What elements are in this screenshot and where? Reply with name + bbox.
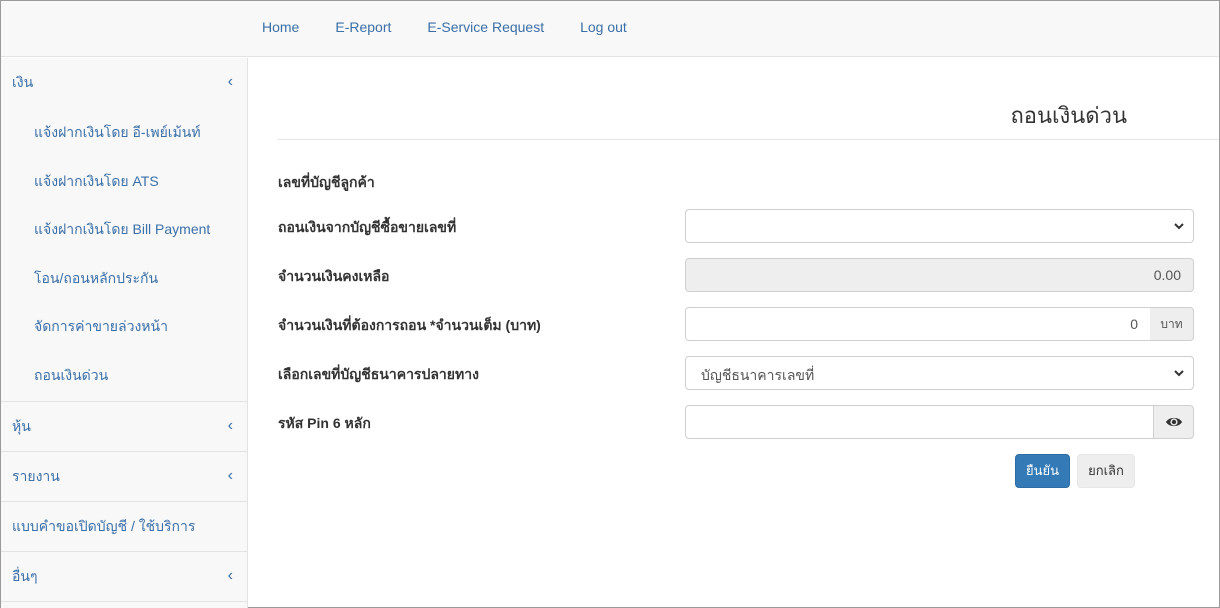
from-account-select[interactable]: [685, 209, 1194, 243]
cancel-button[interactable]: ยกเลิก: [1077, 454, 1135, 488]
bank-account-value: บัญชีธนาคารเลขที่: [701, 367, 815, 383]
nav-home-link[interactable]: Home: [262, 19, 299, 35]
sidebar-group-money[interactable]: เงิน ‹: [1, 58, 247, 108]
pin-input[interactable]: [685, 405, 1154, 439]
sidebar-item-collateral-transfer[interactable]: โอน/ถอนหลักประกัน: [1, 254, 247, 303]
customer-account-row: เลขที่บัญชีลูกค้า: [278, 164, 1219, 198]
sidebar: เงิน ‹ แจ้งฝากเงินโดย อี-เพย์เม้นท์ แจ้ง…: [1, 58, 248, 608]
sidebar-item-advance-sale[interactable]: จัดการค่าขายล่วงหน้า: [1, 302, 247, 351]
page-title: ถอนเงินด่วน: [1010, 103, 1127, 128]
sidebar-group-reports[interactable]: รายงาน ‹: [1, 452, 247, 502]
balance-label: จำนวนเงินคงเหลือ: [278, 268, 390, 284]
amount-input[interactable]: 0: [685, 307, 1151, 341]
top-navbar: Home E-Report E-Service Request Log out: [1, 1, 1219, 57]
sidebar-item-bill-payment-deposit[interactable]: แจ้งฝากเงินโดย Bill Payment: [1, 205, 247, 254]
confirm-button[interactable]: ยืนยัน: [1015, 454, 1070, 488]
customer-account-label: เลขที่บัญชีลูกค้า: [278, 174, 375, 190]
bank-account-select[interactable]: บัญชีธนาคารเลขที่: [685, 356, 1194, 390]
sidebar-group-label: หุ้น: [12, 418, 31, 434]
title-divider: [278, 139, 1219, 140]
sidebar-group-label: เงิน: [12, 74, 34, 90]
chevron-down-icon: [1174, 223, 1184, 230]
sidebar-group-stocks[interactable]: หุ้น ‹: [1, 402, 247, 452]
amount-row: จำนวนเงินที่ต้องการถอน *จำนวนเต็ม (บาท) …: [278, 307, 1219, 341]
from-account-label: ถอนเงินจากบัญชีซื้อขายเลขที่: [278, 219, 457, 235]
amount-label: จำนวนเงินที่ต้องการถอน *จำนวนเต็ม (บาท): [278, 317, 541, 333]
balance-value: 0.00: [1153, 267, 1181, 283]
balance-row: จำนวนเงินคงเหลือ 0.00: [278, 258, 1219, 292]
sidebar-group-label: แบบคำขอเปิดบัญชี / ใช้บริการ: [12, 518, 196, 534]
chevron-left-icon: ‹: [227, 567, 233, 584]
sidebar-group-label: อื่นๆ: [12, 568, 38, 584]
sidebar-item-ats-deposit[interactable]: แจ้งฝากเงินโดย ATS: [1, 157, 247, 206]
sidebar-group-others[interactable]: อื่นๆ ‹: [1, 552, 247, 602]
amount-unit-addon: บาท: [1150, 307, 1194, 341]
sidebar-item-express-withdraw[interactable]: ถอนเงินด่วน: [1, 351, 247, 400]
nav-eservice-request-link[interactable]: E-Service Request: [427, 19, 544, 35]
chevron-left-icon: ‹: [227, 73, 233, 90]
nav-ereport-link[interactable]: E-Report: [335, 19, 391, 35]
chevron-down-icon: [1174, 370, 1184, 377]
sidebar-item-epayment-deposit[interactable]: แจ้งฝากเงินโดย อี-เพย์เม้นท์: [1, 108, 247, 157]
nav-logout-link[interactable]: Log out: [580, 19, 627, 35]
sidebar-item-account-forms[interactable]: แบบคำขอเปิดบัญชี / ใช้บริการ: [1, 502, 247, 552]
amount-value: 0: [1130, 316, 1138, 332]
chevron-left-icon: ‹: [227, 467, 233, 484]
balance-field: 0.00: [685, 258, 1194, 292]
pin-row: รหัส Pin 6 หลัก: [278, 405, 1219, 439]
show-pin-button[interactable]: [1153, 405, 1194, 439]
top-nav-links: Home E-Report E-Service Request Log out: [262, 19, 627, 35]
chevron-left-icon: ‹: [227, 417, 233, 434]
pin-label: รหัส Pin 6 หลัก: [278, 415, 371, 431]
from-account-row: ถอนเงินจากบัญชีซื้อขายเลขที่: [278, 209, 1219, 243]
sidebar-submenu-money: แจ้งฝากเงินโดย อี-เพย์เม้นท์ แจ้งฝากเงิน…: [1, 108, 247, 402]
sidebar-group-label: รายงาน: [12, 468, 60, 484]
bank-account-label: เลือกเลขที่บัญชีธนาคารปลายทาง: [278, 366, 479, 382]
eye-icon: [1166, 417, 1182, 427]
bank-account-row: เลือกเลขที่บัญชีธนาคารปลายทาง บัญชีธนาคา…: [278, 356, 1219, 390]
